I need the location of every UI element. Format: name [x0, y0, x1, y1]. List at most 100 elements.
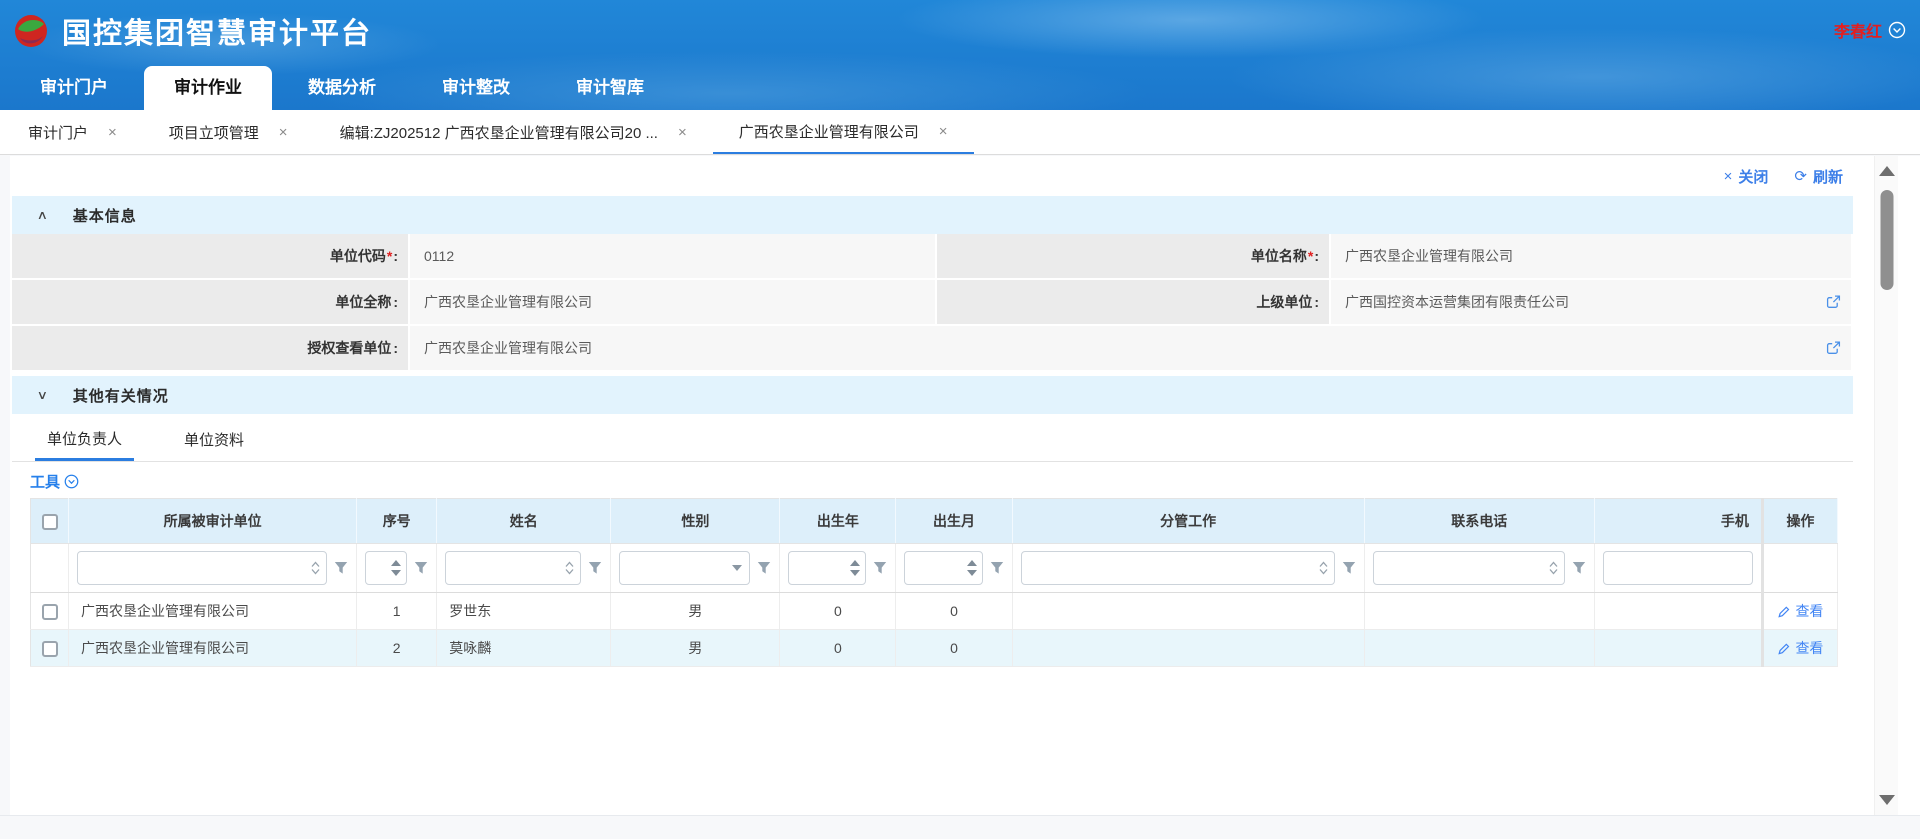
col-header-action: 操作 — [1762, 499, 1837, 544]
refresh-icon: ⟳ — [1794, 167, 1807, 185]
nav-item-audit-rectify[interactable]: 审计整改 — [412, 66, 540, 110]
page-tab-project-setup[interactable]: 项目立项管理 × — [143, 110, 314, 154]
filter-funnel-icon[interactable] — [414, 561, 428, 575]
field-value-unit-name[interactable]: 广西农垦企业管理有限公司 — [1331, 234, 1851, 278]
combo-arrows-icon[interactable] — [1319, 562, 1328, 575]
filter-org-input[interactable] — [77, 551, 327, 585]
spinner-arrows-icon[interactable] — [391, 560, 401, 576]
external-link-icon[interactable] — [1826, 341, 1841, 356]
cell-phone — [1364, 630, 1594, 667]
cell-seq: 1 — [357, 593, 437, 630]
close-tab-icon[interactable]: × — [279, 124, 288, 141]
cell-birth-month: 0 — [896, 630, 1012, 667]
user-menu[interactable]: 李春红 — [1834, 18, 1906, 42]
filter-name-input[interactable] — [445, 551, 581, 585]
cell-org: 广西农垦企业管理有限公司 — [69, 630, 357, 667]
filter-funnel-icon[interactable] — [873, 561, 887, 575]
page-tab-label: 项目立项管理 — [169, 122, 259, 143]
collapse-up-icon: ∧ — [37, 208, 48, 222]
field-label-unit-code: 单位代码*: — [12, 234, 408, 278]
cell-mobile — [1594, 630, 1762, 667]
filter-funnel-icon[interactable] — [757, 561, 771, 575]
nav-item-audit-work[interactable]: 审计作业 — [144, 66, 272, 110]
filter-funnel-icon[interactable] — [334, 561, 348, 575]
select-all-checkbox[interactable] — [42, 514, 58, 530]
close-tab-icon[interactable]: × — [678, 124, 687, 141]
filter-gender-select[interactable] — [619, 551, 750, 585]
close-tab-icon[interactable]: × — [939, 123, 948, 140]
cell-org: 广西农垦企业管理有限公司 — [69, 593, 357, 630]
combo-arrows-icon[interactable] — [1549, 562, 1558, 575]
combo-arrows-icon[interactable] — [565, 562, 574, 575]
tab-unit-leaders[interactable]: 单位负责人 — [35, 418, 134, 461]
section-other-info[interactable]: ∨ 其他有关情况 — [12, 376, 1853, 414]
field-label-unit-full-name: 单位全称: — [12, 280, 408, 324]
cell-duty — [1012, 630, 1364, 667]
screen: 国控集团智慧审计平台 李春红 审计门户 审计作业 数据分析 审计整改 审计智库 … — [0, 0, 1920, 839]
nav-item-audit-knowledge[interactable]: 审计智库 — [546, 66, 674, 110]
filter-phone-input[interactable] — [1373, 551, 1565, 585]
filter-funnel-icon[interactable] — [1342, 561, 1356, 575]
cell-gender: 男 — [611, 630, 780, 667]
refresh-page-button[interactable]: ⟳ 刷新 — [1794, 166, 1843, 187]
combo-arrows-icon[interactable] — [311, 562, 320, 575]
field-value-parent-unit[interactable]: 广西国控资本运营集团有限责任公司 — [1331, 280, 1851, 324]
page-tab-label: 广西农垦企业管理有限公司 — [739, 121, 919, 142]
bottom-strip — [0, 815, 1920, 839]
cell-gender: 男 — [611, 593, 780, 630]
filter-funnel-icon[interactable] — [1572, 561, 1586, 575]
cell-seq: 2 — [357, 630, 437, 667]
nav-item-audit-portal[interactable]: 审计门户 — [10, 66, 138, 110]
spinner-arrows-icon[interactable] — [850, 560, 860, 576]
close-page-label: 关闭 — [1738, 166, 1768, 187]
spinner-arrows-icon[interactable] — [967, 560, 977, 576]
col-header-phone: 联系电话 — [1364, 499, 1594, 544]
row-checkbox[interactable] — [42, 641, 58, 657]
vertical-scrollbar[interactable] — [1874, 156, 1898, 815]
page-tab-edit-project[interactable]: 编辑:ZJ202512 广西农垦企业管理有限公司20 ... × — [314, 110, 713, 154]
tools-label: 工具 — [30, 471, 60, 492]
tab-unit-documents[interactable]: 单位资料 — [172, 418, 256, 461]
field-value-unit-full-name[interactable]: 广西农垦企业管理有限公司 — [410, 280, 935, 324]
tools-dropdown[interactable]: 工具 — [30, 468, 79, 494]
page-actions: × 关闭 ⟳ 刷新 — [12, 156, 1853, 196]
select-arrow-icon[interactable] — [732, 565, 742, 571]
page-content: × 关闭 ⟳ 刷新 ∧ 基本信息 单位代码*: 0112 单位名称*: 广西农垦… — [0, 156, 1920, 815]
scrollbar-thumb[interactable] — [1880, 190, 1893, 290]
filter-mobile-input[interactable] — [1603, 551, 1753, 585]
filter-funnel-icon[interactable] — [588, 561, 602, 575]
field-label-parent-unit: 上级单位: — [937, 280, 1329, 324]
view-row-button[interactable]: 查看 — [1777, 638, 1823, 658]
nav-item-data-analysis[interactable]: 数据分析 — [278, 66, 406, 110]
page-tab-company-detail[interactable]: 广西农垦企业管理有限公司 × — [713, 110, 974, 154]
close-tab-icon[interactable]: × — [108, 124, 117, 141]
col-header-gender: 性别 — [611, 499, 780, 544]
page-tab-label: 编辑:ZJ202512 广西农垦企业管理有限公司20 ... — [340, 122, 658, 143]
col-header-seq: 序号 — [357, 499, 437, 544]
page-tab-audit-portal[interactable]: 审计门户 × — [2, 110, 143, 154]
cell-name: 莫咏麟 — [437, 630, 611, 667]
cell-birth-year: 0 — [780, 593, 896, 630]
filter-funnel-icon[interactable] — [990, 561, 1004, 575]
section-title: 其他有关情况 — [73, 385, 169, 406]
col-header-org: 所属被审计单位 — [69, 499, 357, 544]
app-logo-icon — [14, 14, 48, 48]
filter-duty-input[interactable] — [1021, 551, 1335, 585]
cell-birth-year: 0 — [780, 630, 896, 667]
section-basic-info[interactable]: ∧ 基本信息 — [12, 196, 1853, 234]
collapse-down-icon: ∨ — [37, 388, 48, 402]
scroll-up-arrow-icon[interactable] — [1879, 166, 1895, 176]
brand-row: 国控集团智慧审计平台 — [0, 0, 1920, 62]
view-row-button[interactable]: 查看 — [1777, 601, 1823, 621]
required-mark: * — [387, 248, 392, 264]
open-pages-tabbar: 审计门户 × 项目立项管理 × 编辑:ZJ202512 广西农垦企业管理有限公司… — [0, 110, 1920, 155]
chevron-down-circle-icon — [1888, 21, 1906, 39]
field-value-unit-code[interactable]: 0112 — [410, 234, 935, 278]
field-value-auth-view-unit[interactable]: 广西农垦企业管理有限公司 — [410, 326, 1851, 370]
scroll-down-arrow-icon[interactable] — [1879, 795, 1895, 805]
cell-duty — [1012, 593, 1364, 630]
external-link-icon[interactable] — [1826, 295, 1841, 310]
close-page-button[interactable]: × 关闭 — [1724, 166, 1769, 187]
table-row: 广西农垦企业管理有限公司 1 罗世东 男 0 0 查看 — [31, 593, 1838, 630]
row-checkbox[interactable] — [42, 604, 58, 620]
